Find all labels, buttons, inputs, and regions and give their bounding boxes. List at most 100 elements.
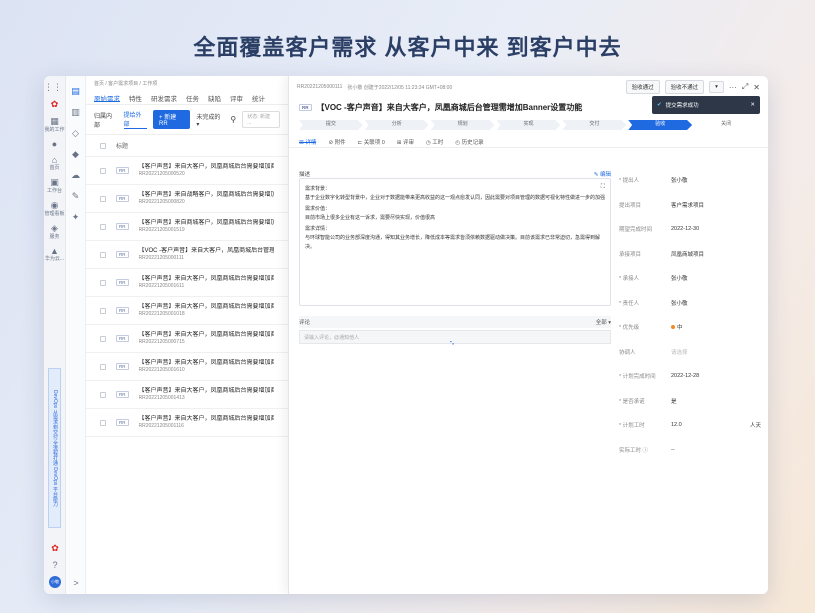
nav-item-5[interactable]: ▣ 工作台: [44, 177, 65, 194]
row-checkbox[interactable]: [100, 251, 106, 258]
stage-3[interactable]: 实现: [496, 120, 561, 130]
stage-0[interactable]: 提交: [299, 120, 363, 130]
nav-item-2[interactable]: ▦ 我的工作: [44, 116, 65, 133]
nav-item-4[interactable]: ⌂ 首页: [44, 155, 65, 171]
accept-fail-button[interactable]: 验收不通过: [664, 80, 705, 94]
comment-filter-select[interactable]: 全部 ▾: [596, 318, 611, 326]
property-value[interactable]: 是: [671, 397, 761, 405]
detail-tab-4[interactable]: ◷ 工时: [426, 138, 443, 146]
expand-rail-icon[interactable]: >: [66, 578, 86, 588]
vertical-promo-banner[interactable]: DevOps 从需求到交付 全流程打通 DevOps 平台能力: [48, 368, 61, 528]
row-title[interactable]: 【客户声音】来自大客户，凤凰商城后台需要增加商品: [139, 387, 275, 395]
stage-1[interactable]: 分析: [364, 120, 429, 130]
table-row[interactable]: RR 【客户声音】来自大客户，凤凰商城后台需要增加商品 RR202212050016…: [86, 353, 288, 381]
nav-item-3[interactable]: ●: [44, 139, 65, 149]
row-title[interactable]: 【客户声音】来自大客户，凤凰商城后台需要增加商品: [139, 163, 275, 171]
row-title[interactable]: 【客户声音】来自大客户，凤凰商城后台需要增加商品: [139, 359, 275, 367]
select-all-checkbox[interactable]: [100, 142, 106, 149]
more-icon[interactable]: ···: [729, 83, 737, 92]
row-title[interactable]: 【客户声音】来自战略客户，凤凰商城后台需要增加商品: [139, 191, 275, 199]
property-value[interactable]: 张小敬: [671, 176, 761, 184]
detail-tab-3[interactable]: ⊞ 评审: [397, 138, 414, 146]
stage-5[interactable]: 验收: [628, 120, 693, 130]
row-checkbox[interactable]: [100, 419, 106, 426]
property-value[interactable]: 12.0: [671, 422, 750, 428]
table-row[interactable]: RR 【客户声音】来自商城客户，凤凰商城后台需要增加商品 RR20221205001…: [86, 213, 288, 241]
row-checkbox[interactable]: [100, 391, 106, 398]
item-title[interactable]: 【VOC -客户声音】来自大客户，凤凰商城后台管理需增加Banner设置功能: [317, 102, 583, 113]
table-row[interactable]: RR 【客户声音】来自大客户，凤凰商城后台需要增加商品 RR202212050014…: [86, 381, 288, 409]
search-icon[interactable]: ⚲: [230, 115, 236, 124]
filter-select[interactable]: 未完成的 ▾: [196, 112, 224, 128]
tab-2[interactable]: 研发需求: [151, 93, 177, 103]
build-icon[interactable]: ◆: [66, 149, 85, 160]
new-rr-button[interactable]: + 新建RR: [153, 110, 191, 129]
property-value[interactable]: 客户需求项目: [671, 201, 761, 209]
property-value[interactable]: 张小敬: [671, 274, 761, 282]
user-avatar-icon[interactable]: 小敬: [49, 576, 61, 588]
tab-1[interactable]: 特性: [129, 93, 142, 103]
property-value[interactable]: --: [671, 447, 761, 453]
doc-icon[interactable]: ▥: [66, 107, 85, 118]
table-row[interactable]: RR 【客户声音】来自大客户，凤凰商城后台需要增加商品 RR202212050010…: [86, 297, 288, 325]
table-row[interactable]: RR 【客户声音】来自战略客户，凤凰商城后台需要增加商品 RR20221205000…: [86, 185, 288, 213]
detail-tab-0[interactable]: ☰ 详情: [299, 138, 317, 146]
description-content[interactable]: ⛶ 需求背景： 基于企业数字化转型背景中，企业对于数据能带来更高收益的这一观点愈发…: [299, 178, 611, 306]
row-title[interactable]: 【VOC -客户声音】来自大客户，凤凰商城后台管理需增加: [139, 247, 275, 255]
property-value[interactable]: 中: [671, 323, 761, 331]
row-checkbox[interactable]: [100, 307, 106, 314]
detail-tab-5[interactable]: ◴ 历史记录: [455, 138, 483, 146]
edit-description-button[interactable]: ✎ 编辑: [594, 170, 611, 178]
tab-4[interactable]: 缺陷: [208, 93, 221, 103]
detail-tab-1[interactable]: ⊘ 附件: [328, 138, 345, 146]
row-title[interactable]: 【客户声音】来自大客户，凤凰商城后台需要增加商品: [139, 331, 275, 339]
property-value[interactable]: 请选择: [671, 348, 761, 356]
table-row[interactable]: RR 【客户声音】来自大客户，凤凰商城后台需要增加商品 RR202212050016…: [86, 269, 288, 297]
row-checkbox[interactable]: [100, 195, 106, 202]
row-checkbox[interactable]: [100, 363, 106, 370]
huawei-small-icon[interactable]: ✿: [44, 543, 66, 554]
project-icon[interactable]: ▤: [66, 86, 85, 97]
table-row[interactable]: RR 【VOC -客户声音】来自大客户，凤凰商城后台管理需增加RR20221205…: [86, 241, 288, 269]
stage-6[interactable]: 关闭: [694, 120, 759, 130]
row-title[interactable]: 【客户声音】来自商城客户，凤凰商城后台需要增加商品: [139, 219, 275, 227]
tab-6[interactable]: 统计: [252, 93, 265, 103]
table-row[interactable]: RR 【客户声音】来自大客户，凤凰商城后台需要增加商品 RR202212050011…: [86, 409, 288, 437]
accept-dropdown-button[interactable]: ▾: [709, 81, 724, 93]
toast-close-icon[interactable]: ✕: [750, 102, 755, 108]
property-value[interactable]: 凤凰商城项目: [671, 250, 761, 258]
test-icon[interactable]: ✎: [66, 191, 85, 202]
nav-item-1[interactable]: ✿: [44, 99, 65, 110]
comment-input[interactable]: 请输入评论，@通知他人: [299, 330, 611, 344]
help-icon[interactable]: ?: [44, 560, 66, 570]
stage-2[interactable]: 规划: [430, 120, 495, 130]
nav-item-0[interactable]: ⋮⋮⋮: [44, 82, 71, 93]
property-value[interactable]: 2022-12-30: [671, 226, 761, 232]
property-value[interactable]: 张小敬: [671, 299, 761, 307]
row-checkbox[interactable]: [100, 223, 106, 230]
row-title[interactable]: 【客户声音】来自大客户，凤凰商城后台需要增加商品: [139, 415, 275, 423]
table-row[interactable]: RR 【客户声音】来自大客户，凤凰商城后台需要增加商品 RR202212050005…: [86, 157, 288, 185]
tab-5[interactable]: 评审: [230, 93, 243, 103]
accept-pass-button[interactable]: 验收通过: [625, 80, 660, 94]
nav-item-6[interactable]: ◉ 管理看板: [44, 200, 65, 217]
close-icon[interactable]: ✕: [753, 83, 760, 92]
more-icon[interactable]: ✦: [66, 212, 85, 223]
row-title[interactable]: 【客户声音】来自大客户，凤凰商城后台需要增加商品: [139, 275, 275, 283]
row-checkbox[interactable]: [100, 279, 106, 286]
stage-4[interactable]: 交付: [562, 120, 627, 130]
scope-external-tab[interactable]: 提给外部: [123, 110, 148, 129]
row-checkbox[interactable]: [100, 167, 106, 174]
nav-item-7[interactable]: ◈ 服务: [44, 223, 65, 240]
table-row[interactable]: RR 【客户声音】来自大客户，凤凰商城后台需要增加商品 RR202212050007…: [86, 325, 288, 353]
code-icon[interactable]: ◇: [66, 128, 85, 139]
deploy-icon[interactable]: ☁: [66, 170, 85, 181]
fullscreen-icon[interactable]: ⛶: [601, 183, 605, 192]
detail-tab-2[interactable]: ⊏ 关联项 0: [358, 138, 385, 146]
expand-icon[interactable]: ⤢: [742, 82, 748, 92]
tab-3[interactable]: 任务: [186, 93, 199, 103]
nav-item-8[interactable]: ▲ 华为云...: [44, 246, 65, 262]
property-value[interactable]: 2022-12-28: [671, 373, 761, 379]
scope-internal-tab[interactable]: 归属内部: [94, 111, 118, 129]
row-checkbox[interactable]: [100, 335, 106, 342]
